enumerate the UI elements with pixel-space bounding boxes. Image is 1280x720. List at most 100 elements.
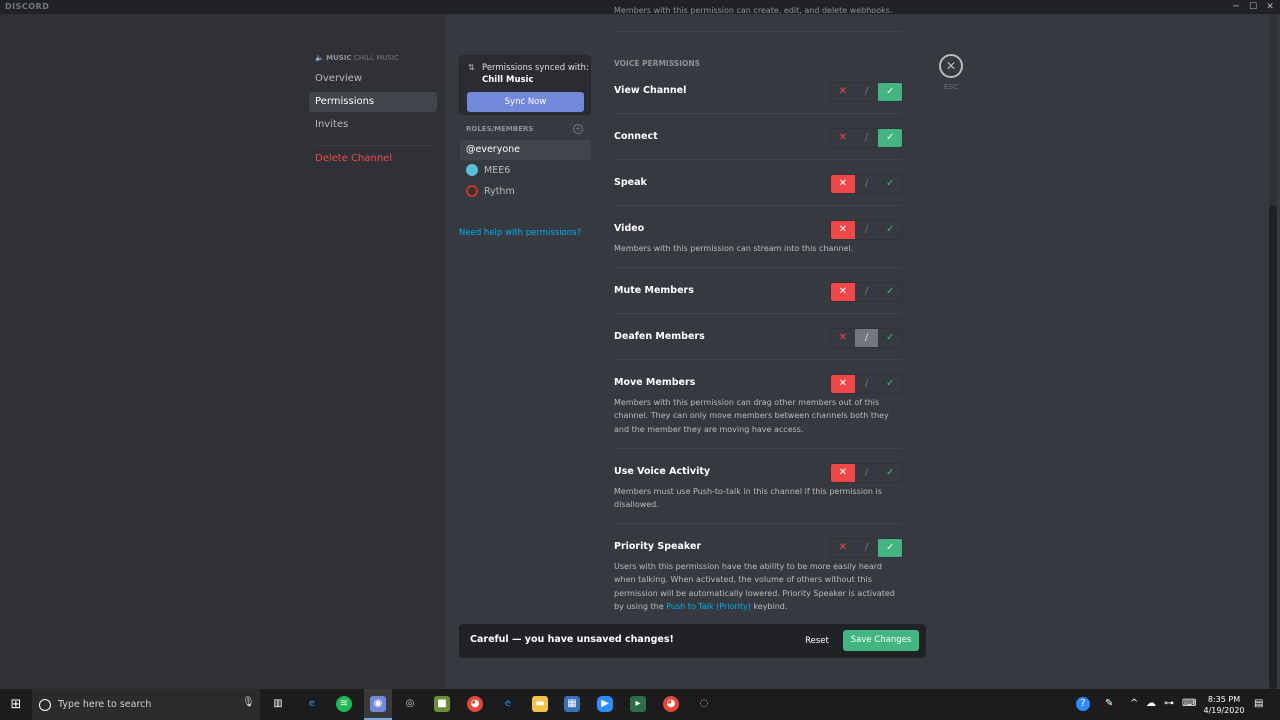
neutral-icon[interactable]: / — [855, 375, 879, 393]
keyboard-icon[interactable]: ⌨ — [1182, 698, 1196, 709]
help-tray-icon[interactable]: ? — [1076, 697, 1090, 711]
chrome-profile-icon[interactable]: ◕ — [663, 696, 679, 712]
scrollbar-thumb[interactable] — [1269, 205, 1277, 689]
notifications-icon[interactable]: ▤ — [1254, 698, 1263, 709]
permission-title: Speak — [614, 177, 647, 188]
deny-icon[interactable]: ✕ — [831, 329, 855, 347]
deny-icon[interactable]: ✕ — [831, 283, 855, 301]
description-text: keybind. — [753, 601, 788, 611]
taskbar-search-box[interactable]: Type here to search 🎙 — [32, 689, 260, 720]
permission-divider — [614, 159, 902, 160]
permission-description: Members must use Push-to-talk in this ch… — [614, 487, 882, 510]
chrome-icon[interactable]: ◕ — [467, 696, 483, 712]
permission-toggle-deafen-members: ✕ / ✓ — [830, 328, 903, 348]
neutral-icon[interactable]: / — [854, 329, 879, 347]
taskbar-clock[interactable]: 8:35 PM 4/19/2020 — [1198, 694, 1250, 716]
neutral-icon[interactable]: / — [855, 283, 879, 301]
allow-icon[interactable]: ✓ — [878, 129, 902, 147]
permission-divider — [614, 448, 902, 449]
search-placeholder: Type here to search — [58, 699, 152, 710]
cloud-icon[interactable]: ☁ — [1146, 698, 1156, 709]
allow-icon[interactable]: ✓ — [878, 375, 902, 393]
app-icon[interactable]: ▸ — [630, 696, 646, 712]
voice-permissions-header: Voice Permissions — [614, 59, 701, 68]
deny-icon[interactable]: ✕ — [831, 221, 855, 239]
cortana-icon — [39, 699, 51, 711]
permission-divider — [614, 267, 902, 268]
allow-icon[interactable]: ✓ — [878, 464, 902, 482]
edge-icon[interactable]: e — [304, 696, 320, 712]
zoom-icon[interactable]: ▶ — [597, 696, 613, 712]
deny-icon[interactable]: ✕ — [831, 539, 855, 557]
deny-icon[interactable]: ✕ — [831, 175, 855, 193]
sidebar-item-permissions[interactable]: Permissions — [309, 92, 437, 112]
allow-icon[interactable]: ✓ — [878, 283, 902, 301]
app-brand: DISCORD — [5, 2, 50, 11]
sync-now-button[interactable]: Sync Now — [467, 92, 584, 112]
close-settings-button[interactable]: ✕ — [939, 54, 963, 78]
permission-divider — [614, 205, 902, 206]
sidebar-item-overview[interactable]: Overview — [309, 69, 437, 89]
permission-desc-partial: Members with this permission can create,… — [614, 6, 893, 15]
deny-icon[interactable]: ✕ — [831, 375, 855, 393]
permission-toggle-move-members: ✕ / ✓ — [830, 374, 903, 394]
mee6-avatar — [466, 163, 478, 176]
permission-title: View Channel — [614, 85, 687, 96]
allow-icon[interactable]: ✓ — [878, 221, 902, 239]
permission-divider — [614, 113, 902, 114]
calculator-icon[interactable]: ▦ — [564, 696, 580, 712]
neutral-icon[interactable]: / — [855, 83, 879, 101]
role-label: Rythm — [484, 186, 515, 197]
sidebar-category: 🔈 Music Chill Music — [315, 54, 399, 62]
file-explorer-icon[interactable]: ▬ — [532, 696, 548, 712]
allow-icon[interactable]: ✓ — [878, 83, 902, 101]
close-window-icon[interactable]: ✕ — [1260, 0, 1280, 14]
neutral-icon[interactable]: / — [855, 539, 879, 557]
chevron-up-icon[interactable]: ^ — [1130, 698, 1138, 709]
clock-date: 4/19/2020 — [1203, 706, 1245, 715]
network-icon[interactable]: ⊶ — [1164, 698, 1174, 709]
allow-icon[interactable]: ✓ — [878, 539, 902, 557]
role-label: @everyone — [466, 144, 521, 155]
neutral-icon[interactable]: / — [855, 129, 879, 147]
sidebar-channel-name: Chill Music — [354, 54, 399, 62]
windows-taskbar: ⊞ Type here to search 🎙 ▥ e ≋ ◉ ◎ ■ ◕ e … — [0, 689, 1280, 720]
task-view-icon[interactable]: ▥ — [270, 696, 286, 712]
permission-title: Video — [614, 223, 645, 234]
neutral-icon[interactable]: / — [855, 221, 879, 239]
deny-icon[interactable]: ✕ — [831, 129, 855, 147]
save-changes-button[interactable]: Save Changes — [843, 630, 919, 651]
deny-icon[interactable]: ✕ — [831, 83, 855, 101]
permission-toggle-connect: ✕ / ✓ — [830, 128, 903, 148]
sidebar-item-invites[interactable]: Invites — [309, 115, 437, 135]
windows-start-icon[interactable]: ⊞ — [0, 689, 32, 720]
pen-tray-icon[interactable]: ✎ — [1105, 698, 1113, 709]
esc-label: ESC — [944, 83, 958, 91]
steam-icon[interactable]: ◎ — [402, 696, 418, 712]
permission-title: Mute Members — [614, 285, 694, 296]
neutral-icon[interactable]: / — [855, 175, 879, 193]
allow-icon[interactable]: ✓ — [878, 175, 902, 193]
deny-icon[interactable]: ✕ — [831, 464, 855, 482]
allow-icon[interactable]: ✓ — [878, 329, 902, 347]
minecraft-icon[interactable]: ■ — [434, 696, 450, 712]
add-role-icon[interactable]: + — [573, 124, 583, 134]
permission-toggle-priority-speaker: ✕ / ✓ — [830, 538, 903, 558]
delete-channel-button[interactable]: Delete Channel — [309, 149, 437, 169]
spotify-icon[interactable]: ≋ — [336, 696, 352, 712]
permission-divider — [614, 523, 902, 524]
permission-title: Connect — [614, 131, 658, 142]
reset-button[interactable]: Reset — [800, 631, 834, 651]
permission-description: Users with this permission have the abil… — [614, 560, 904, 613]
role-rythm[interactable]: Rythm — [460, 182, 591, 202]
push-to-talk-link[interactable]: Push to Talk (Priority) — [666, 602, 751, 611]
permissions-help-link[interactable]: Need help with permissions? — [459, 228, 581, 238]
permission-title: Priority Speaker — [614, 541, 702, 552]
discord-icon[interactable]: ◉ — [370, 696, 386, 712]
obs-icon[interactable]: ◌ — [696, 696, 712, 712]
microphone-icon[interactable]: 🎙 — [242, 697, 255, 708]
ie-icon[interactable]: e — [500, 696, 516, 712]
role-everyone[interactable]: @everyone — [460, 140, 591, 160]
role-mee6[interactable]: MEE6 — [460, 161, 591, 181]
neutral-icon[interactable]: / — [855, 464, 879, 482]
